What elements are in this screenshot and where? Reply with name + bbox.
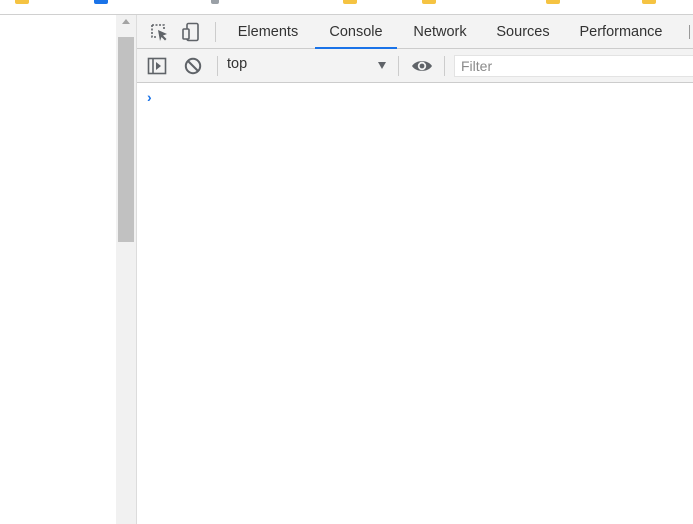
- tab-elements[interactable]: Elements: [231, 15, 305, 48]
- filter-input[interactable]: [454, 55, 693, 77]
- bookmark-folder-icon[interactable]: [546, 0, 560, 4]
- live-expression-eye-icon[interactable]: [411, 56, 433, 76]
- bookmarks-bar-edge: [0, 0, 693, 14]
- tab-label: Performance: [579, 24, 663, 40]
- bookmark-folder-icon[interactable]: [422, 0, 436, 4]
- bookmark-folder-icon[interactable]: [642, 0, 656, 4]
- device-toolbar-icon[interactable]: [180, 22, 202, 42]
- clear-console-icon[interactable]: [182, 56, 204, 76]
- console-toolbar: top: [137, 49, 693, 83]
- tab-label: Sources: [496, 24, 550, 40]
- toolbar-separator: [215, 22, 216, 42]
- tab-network[interactable]: Network: [405, 15, 475, 48]
- devtools-tab-bar: Elements Console Network Sources Perform…: [137, 15, 693, 49]
- console-sidebar-icon[interactable]: [146, 56, 168, 76]
- tab-console[interactable]: Console: [315, 15, 397, 49]
- scroll-up-arrow-icon[interactable]: [122, 19, 130, 24]
- tab-label: Elements: [237, 24, 299, 40]
- toolbar-separator: [398, 56, 399, 76]
- tab-label: Network: [413, 24, 467, 40]
- toolbar-separator: [444, 56, 445, 76]
- toolbar-separator: [217, 56, 218, 76]
- tab-label: Console: [329, 24, 383, 40]
- chevron-down-icon[interactable]: [378, 62, 386, 69]
- scrollbar-thumb[interactable]: [118, 37, 134, 242]
- overflow-tabs-edge[interactable]: [689, 25, 690, 39]
- console-output[interactable]: ›: [137, 83, 693, 524]
- tab-sources[interactable]: Sources: [491, 15, 555, 48]
- tab-performance[interactable]: Performance: [573, 15, 669, 48]
- devtools-panel: Elements Console Network Sources Perform…: [137, 15, 693, 524]
- context-selector[interactable]: top: [227, 56, 247, 72]
- bookmark-favicon[interactable]: [94, 0, 108, 4]
- bookmark-favicon[interactable]: [211, 0, 219, 4]
- bookmark-folder-icon[interactable]: [343, 0, 357, 4]
- console-prompt-chevron-icon: ›: [147, 89, 152, 105]
- page-scrollbar[interactable]: [116, 15, 137, 524]
- bookmark-folder-icon[interactable]: [15, 0, 29, 4]
- inspect-element-icon[interactable]: [148, 22, 170, 42]
